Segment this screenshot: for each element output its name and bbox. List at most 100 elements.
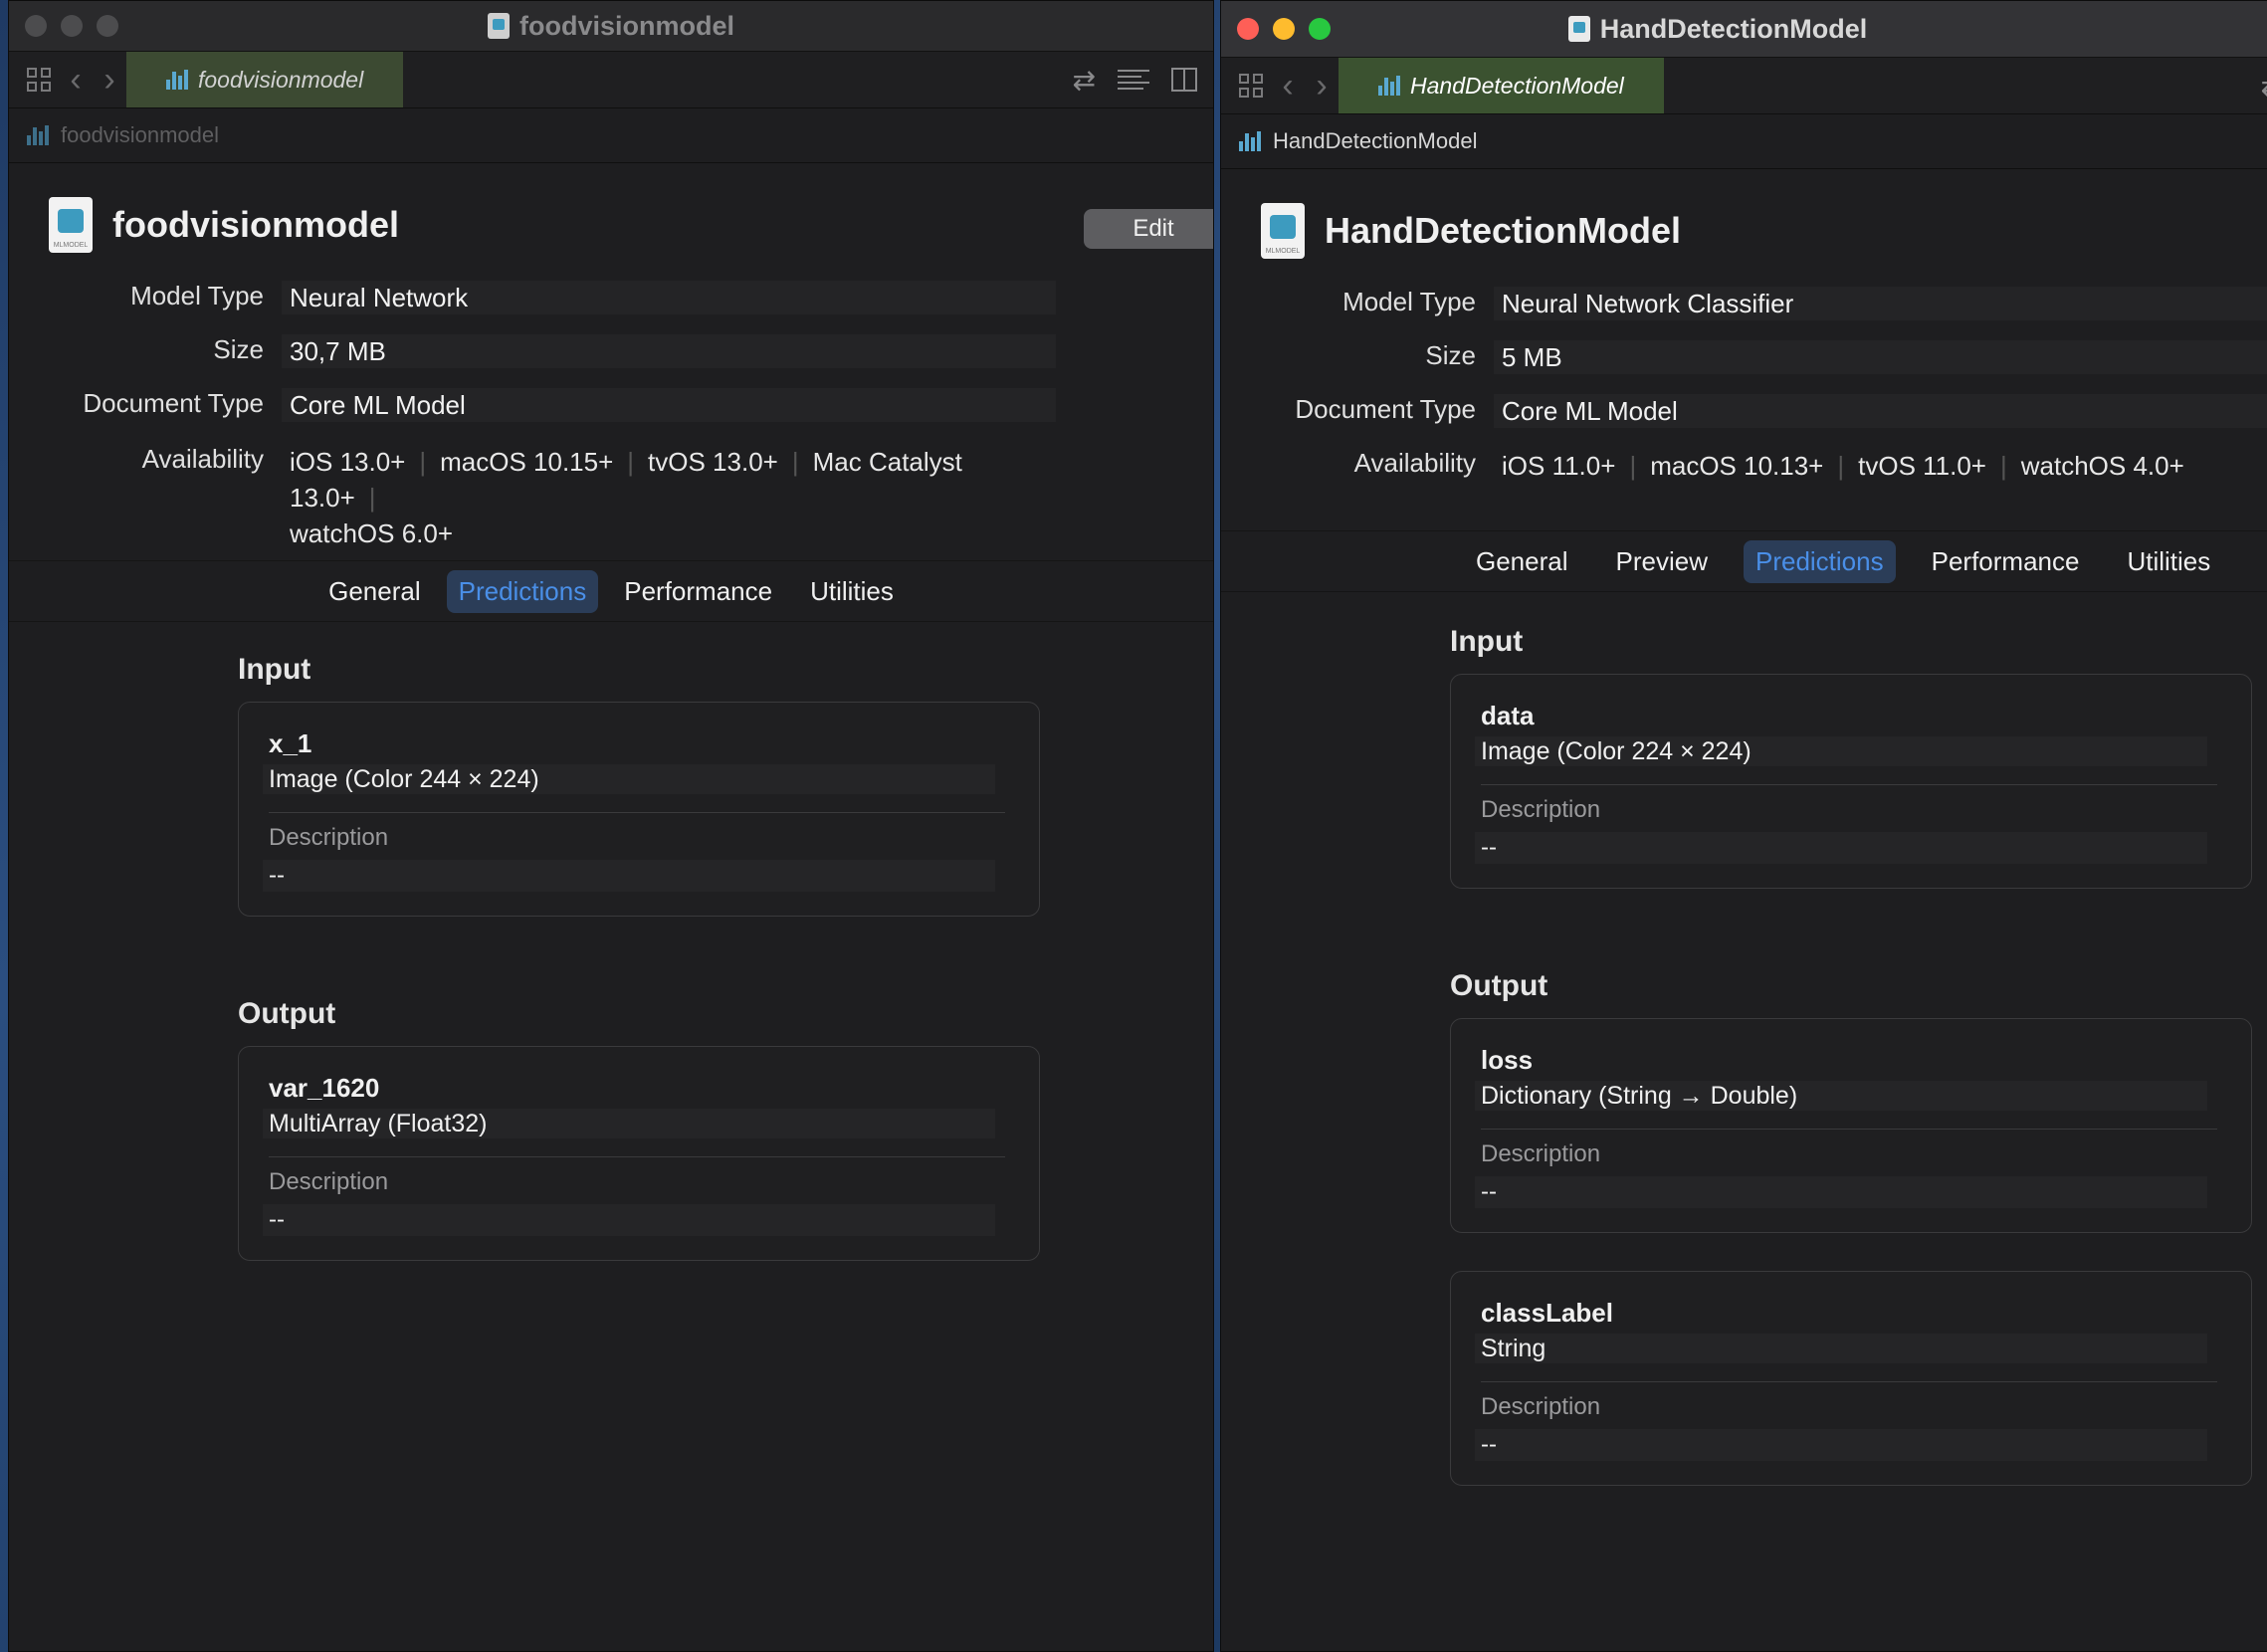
mlmodel-icon <box>1239 131 1261 151</box>
feature-name: classLabel <box>1481 1298 1613 1328</box>
size-label: Size <box>1425 340 1476 370</box>
model-type-value: Neural Network <box>282 281 1056 314</box>
zoom-button[interactable] <box>1309 18 1331 40</box>
editor-tab[interactable]: HandDetectionModel <box>1339 58 1664 113</box>
window-foodvisionmodel: foodvisionmodel ‹ › foodvisionmodel ⇄ fo… <box>8 0 1214 1652</box>
tab-performance[interactable]: Performance <box>612 570 784 613</box>
zoom-button[interactable] <box>97 15 118 37</box>
size-value: 30,7 MB <box>282 334 1056 368</box>
mlmodel-icon <box>166 70 188 90</box>
description-label: Description <box>1481 1393 1601 1420</box>
model-name: HandDetectionModel <box>1325 210 1682 251</box>
description-value[interactable]: -- <box>1475 832 2207 864</box>
minimize-button[interactable] <box>1273 18 1295 40</box>
model-details: HandDetectionModel Model Type Neural Net… <box>1221 169 2267 1651</box>
chevron-left-icon[interactable]: ‹ <box>59 61 93 100</box>
size-value: 5 MB <box>1494 340 2267 374</box>
size-label: Size <box>213 334 264 364</box>
close-button[interactable] <box>25 15 47 37</box>
title-bar[interactable]: foodvisionmodel <box>9 1 1213 52</box>
editor-tab-label: foodvisionmodel <box>198 66 364 93</box>
window-controls <box>25 1 118 51</box>
availability-value: iOS 13.0+ | macOS 10.15+ | tvOS 13.0+ | Mac Ca… <box>290 447 962 548</box>
availability-label: Availability <box>141 444 264 474</box>
divider <box>1481 1129 2217 1130</box>
divider <box>269 812 1005 813</box>
jump-bar[interactable]: foodvisionmodel <box>9 108 1213 163</box>
description-value[interactable]: -- <box>263 860 995 892</box>
output-card-classlabel: classLabel String Description -- <box>1450 1271 2252 1486</box>
feature-name: x_1 <box>269 728 312 758</box>
input-section-title: Input <box>238 653 311 686</box>
description-label: Description <box>1481 1140 1601 1167</box>
availability-value: iOS 11.0+ | macOS 10.13+ | tvOS 11.0+ | watchO… <box>1502 451 2184 481</box>
input-section-title: Input <box>1450 625 1524 658</box>
output-section-title: Output <box>238 997 336 1030</box>
window-handdetectionmodel: HandDetectionModel ‹ › HandDetectionMode… <box>1220 0 2267 1652</box>
swap-icon[interactable]: ⇄ <box>1073 64 1096 97</box>
description-label: Description <box>269 1168 389 1195</box>
tab-preview[interactable]: Preview <box>1604 540 1720 583</box>
divider <box>1481 784 2217 785</box>
document-type-label: Document Type <box>1295 394 1476 424</box>
tab-predictions[interactable]: Predictions <box>1743 539 1896 583</box>
split-icon[interactable] <box>1171 68 1197 92</box>
divider <box>269 1156 1005 1157</box>
document-type-value: Core ML Model <box>282 388 1056 422</box>
feature-type: Image (Color 224 × 224) <box>1475 736 2207 766</box>
editor-tab-label: HandDetectionModel <box>1410 72 1624 99</box>
jump-bar[interactable]: HandDetectionModel <box>1221 114 2267 169</box>
tab-performance[interactable]: Performance <box>1920 540 2092 583</box>
document-type-value: Core ML Model <box>1494 394 2267 428</box>
jump-bar-label: HandDetectionModel <box>1273 128 1478 153</box>
swap-icon[interactable]: ⇄ <box>2261 70 2267 103</box>
description-label: Description <box>1481 796 1601 823</box>
output-card-loss: loss Dictionary (String → Double) Descri… <box>1450 1018 2252 1233</box>
tab-bar: ‹ › foodvisionmodel ⇄ <box>9 52 1213 108</box>
window-title: HandDetectionModel <box>1599 13 1868 44</box>
grid-icon[interactable] <box>1231 66 1271 105</box>
divider <box>1481 1381 2217 1382</box>
tab-general[interactable]: General <box>1464 540 1580 583</box>
availability-label: Availability <box>1353 448 1476 478</box>
editor-tab[interactable]: foodvisionmodel <box>126 52 404 107</box>
input-card: data Image (Color 224 × 224) Description… <box>1450 674 2252 889</box>
window-title: foodvisionmodel <box>519 10 734 41</box>
model-type-label: Model Type <box>1342 287 1476 316</box>
segmented-tabs: General Predictions Performance Utilitie… <box>9 560 1213 622</box>
tab-utilities[interactable]: Utilities <box>2115 540 2222 583</box>
mlmodel-document-icon <box>1261 203 1305 259</box>
grid-icon[interactable] <box>19 60 59 100</box>
segmented-tabs: General Preview Predictions Performance … <box>1221 530 2267 592</box>
tab-bar: ‹ › HandDetectionModel ⇄ <box>1221 58 2267 114</box>
tab-utilities[interactable]: Utilities <box>798 570 906 613</box>
feature-name: data <box>1481 701 1535 730</box>
model-type-label: Model Type <box>130 281 264 310</box>
mlmodel-document-icon <box>49 197 93 253</box>
document-icon <box>488 13 510 39</box>
mlmodel-icon <box>27 125 49 145</box>
tab-general[interactable]: General <box>316 570 433 613</box>
feature-type: MultiArray (Float32) <box>263 1109 995 1138</box>
edit-button[interactable]: Edit <box>1084 209 1213 249</box>
minimize-button[interactable] <box>61 15 83 37</box>
tab-predictions[interactable]: Predictions <box>446 569 599 613</box>
feature-type: Dictionary (String → Double) <box>1475 1081 2207 1111</box>
feature-name: var_1620 <box>269 1073 380 1103</box>
title-bar[interactable]: HandDetectionModel <box>1221 1 2267 58</box>
window-controls <box>1237 1 1331 57</box>
description-value[interactable]: -- <box>1475 1176 2207 1208</box>
jump-bar-label: foodvisionmodel <box>61 122 219 147</box>
model-type-value: Neural Network Classifier <box>1494 287 2267 320</box>
feature-type: String <box>1475 1334 2207 1363</box>
chevron-left-icon[interactable]: ‹ <box>1271 67 1305 105</box>
lines-icon[interactable] <box>1118 70 1149 90</box>
chevron-right-icon[interactable]: › <box>93 61 126 100</box>
feature-type: Image (Color 244 × 224) <box>263 764 995 794</box>
feature-name: loss <box>1481 1045 1534 1075</box>
description-value[interactable]: -- <box>263 1204 995 1236</box>
close-button[interactable] <box>1237 18 1259 40</box>
chevron-right-icon[interactable]: › <box>1305 67 1339 105</box>
description-value[interactable]: -- <box>1475 1429 2207 1461</box>
model-name: foodvisionmodel <box>112 204 399 245</box>
